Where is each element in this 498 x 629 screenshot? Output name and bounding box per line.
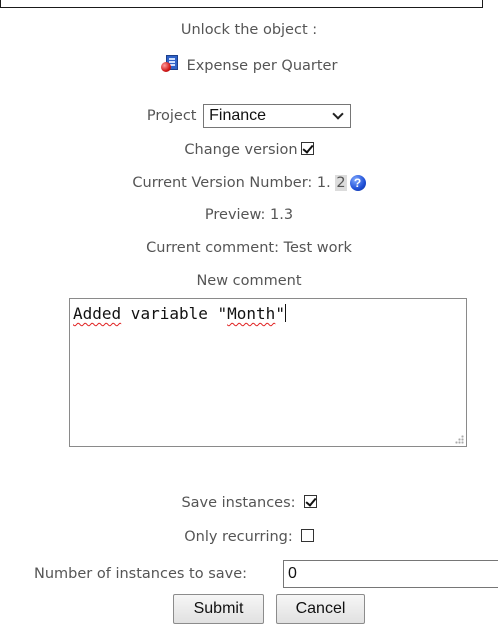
change-version-checkbox[interactable] <box>300 142 314 155</box>
preview-row: Preview: 1.3 <box>0 207 498 223</box>
only-recurring-row: Only recurring: <box>0 529 498 545</box>
chevron-down-icon <box>332 108 344 120</box>
submit-button[interactable]: Submit <box>173 594 264 624</box>
project-selected-value: Finance <box>209 107 267 124</box>
unlock-label: Unlock the object : <box>180 22 318 38</box>
save-instances-row: Save instances: <box>0 495 498 511</box>
instances-to-save-value: 0 <box>288 565 297 582</box>
current-comment-row: Current comment: Test work <box>0 240 498 256</box>
save-instances-label: Save instances: <box>181 495 296 511</box>
object-name: Expense per Quarter <box>186 58 338 74</box>
cancel-button[interactable]: Cancel <box>276 594 365 624</box>
top-panel-border <box>0 0 483 8</box>
project-row: Project Finance <box>0 104 498 128</box>
resize-grip-icon[interactable] <box>455 435 464 444</box>
new-comment-heading: New comment <box>0 273 498 289</box>
question-icon[interactable]: ? <box>349 175 366 191</box>
change-version-label: Change version <box>184 142 298 158</box>
report-document-icon <box>160 55 179 73</box>
change-version-row: Change version <box>0 142 498 158</box>
new-comment-text: Added variable "Month" <box>73 304 286 323</box>
project-label: Project <box>146 108 197 124</box>
only-recurring-checkbox[interactable] <box>300 529 314 542</box>
only-recurring-label: Only recurring: <box>184 529 293 545</box>
new-comment-label: New comment <box>196 273 302 289</box>
object-title: Expense per Quarter <box>0 55 498 74</box>
preview-text: Preview: 1.3 <box>204 207 294 223</box>
instances-to-save-label: Number of instances to save: <box>34 566 248 582</box>
new-comment-textarea[interactable]: Added variable "Month" <box>69 298 467 447</box>
project-select[interactable]: Finance <box>203 104 352 128</box>
instances-to-save-input[interactable]: 0 <box>283 560 498 588</box>
version-minor: 2 <box>335 175 347 191</box>
current-comment-text: Current comment: Test work <box>146 240 352 256</box>
version-label: Current Version Number: 1. <box>132 175 331 191</box>
version-row: Current Version Number: 1. 2? <box>0 175 498 191</box>
save-instances-checkbox[interactable] <box>303 495 317 508</box>
text-caret <box>284 304 286 322</box>
unlock-heading: Unlock the object : <box>0 22 498 38</box>
